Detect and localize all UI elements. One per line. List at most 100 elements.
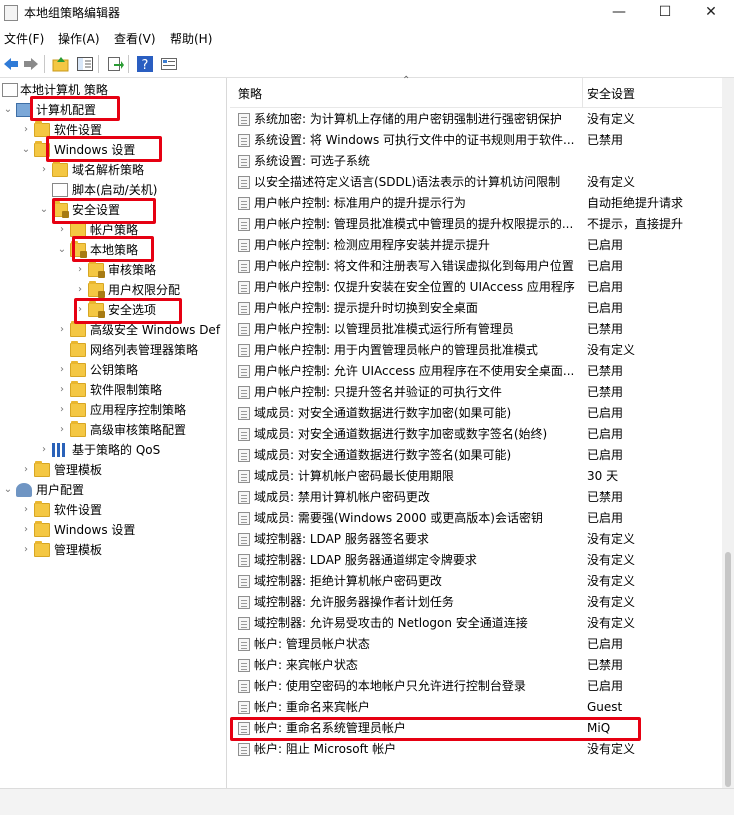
up-folder-icon[interactable] — [52, 55, 70, 73]
table-row[interactable]: 用户帐户控制: 标准用户的提升提示行为 自动拒绝提升请求 — [230, 193, 720, 214]
table-row[interactable]: 用户帐户控制: 允许 UIAccess 应用程序在不使用安全桌面... 已禁用 — [230, 361, 720, 382]
table-row[interactable]: 域控制器: 拒绝计算机帐户密码更改 没有定义 — [230, 571, 720, 592]
policy-name: 用户帐户控制: 管理员批准模式中管理员的提升权限提示的... — [254, 217, 574, 231]
table-row[interactable]: 帐户: 阻止 Microsoft 帐户 没有定义 — [230, 739, 720, 760]
table-row[interactable]: 域成员: 对安全通道数据进行数字签名(如果可能) 已启用 — [230, 445, 720, 466]
policy-setting: 30 天 — [587, 469, 619, 483]
chevron-down-icon[interactable]: ⌄ — [2, 480, 14, 500]
tree-node-network-list-manager[interactable]: 网络列表管理器策略 — [56, 340, 225, 360]
table-row[interactable]: 系统加密: 为计算机上存储的用户密钥强制进行强密钥保护 没有定义 — [230, 109, 720, 130]
chevron-down-icon[interactable]: ⌄ — [20, 140, 32, 160]
table-row[interactable]: 域成员: 计算机帐户密码最长使用期限 30 天 — [230, 466, 720, 487]
tree-node-audit-policy[interactable]: › 审核策略 — [74, 260, 225, 280]
tree-node-user-config[interactable]: ⌄ 用户配置 — [2, 480, 225, 500]
column-header-policy[interactable]: 策略 — [238, 85, 262, 102]
vertical-scrollbar[interactable] — [722, 78, 734, 788]
menu-help[interactable]: 帮助(H) — [170, 30, 212, 47]
chevron-right-icon[interactable]: › — [56, 320, 68, 340]
security-folder-icon — [88, 281, 105, 298]
tree-node-label: Windows 设置 — [54, 523, 136, 537]
table-row[interactable]: 用户帐户控制: 以管理员批准模式运行所有管理员 已禁用 — [230, 319, 720, 340]
chevron-right-icon[interactable]: › — [38, 440, 50, 460]
chevron-right-icon[interactable]: › — [74, 280, 86, 300]
tree-node-label: 网络列表管理器策略 — [90, 343, 199, 357]
chevron-right-icon[interactable]: › — [74, 260, 86, 280]
toolbar-separator — [128, 55, 129, 73]
policy-item-icon — [238, 407, 250, 420]
menu-view[interactable]: 查看(V) — [114, 30, 156, 47]
close-button[interactable]: ✕ — [688, 0, 734, 26]
chevron-right-icon[interactable]: › — [56, 400, 68, 420]
tree-node-user-rights-assignment[interactable]: › 用户权限分配 — [74, 280, 225, 300]
policy-name: 域成员: 计算机帐户密码最长使用期限 — [254, 469, 454, 483]
scrollbar-thumb[interactable] — [725, 552, 731, 787]
tree-node-scripts[interactable]: 脚本(启动/关机) — [38, 180, 225, 200]
table-row[interactable]: 域成员: 禁用计算机帐户密码更改 已禁用 — [230, 487, 720, 508]
policy-item-icon — [238, 659, 250, 672]
maximize-button[interactable]: ☐ — [642, 0, 688, 26]
chevron-right-icon[interactable]: › — [20, 120, 32, 140]
table-row[interactable]: 系统设置: 可选子系统 — [230, 151, 720, 172]
forward-arrow-icon[interactable] — [22, 55, 40, 73]
table-row[interactable]: 帐户: 使用空密码的本地帐户只允许进行控制台登录 已启用 — [230, 676, 720, 697]
tree-node-advanced-audit[interactable]: › 高级审核策略配置 — [56, 420, 225, 440]
column-divider[interactable] — [582, 78, 583, 108]
chevron-right-icon[interactable]: › — [56, 420, 68, 440]
menu-action[interactable]: 操作(A) — [58, 30, 100, 47]
table-row[interactable]: 帐户: 来宾帐户状态 已禁用 — [230, 655, 720, 676]
table-row[interactable]: 域控制器: 允许易受攻击的 Netlogon 安全通道连接 没有定义 — [230, 613, 720, 634]
table-row[interactable]: 域成员: 需要强(Windows 2000 或更高版本)会话密钥 已启用 — [230, 508, 720, 529]
table-row[interactable]: 域控制器: LDAP 服务器通道绑定令牌要求 没有定义 — [230, 550, 720, 571]
tree-node-user-software-settings[interactable]: › 软件设置 — [20, 500, 225, 520]
table-row[interactable]: 域控制器: 允许服务器操作者计划任务 没有定义 — [230, 592, 720, 613]
policy-setting: 没有定义 — [587, 574, 636, 588]
column-header-security-setting[interactable]: 安全设置 — [587, 85, 635, 102]
table-row[interactable]: 用户帐户控制: 用于内置管理员帐户的管理员批准模式 没有定义 — [230, 340, 720, 361]
minimize-button[interactable]: — — [596, 0, 642, 26]
tree-node-name-resolution-policy[interactable]: › 域名解析策略 — [38, 160, 225, 180]
table-row[interactable]: 以安全描述符定义语言(SDDL)语法表示的计算机访问限制 没有定义 — [230, 172, 720, 193]
tree-node-user-admin-templates[interactable]: › 管理模板 — [20, 540, 225, 560]
properties-icon[interactable] — [160, 55, 178, 73]
chevron-right-icon[interactable]: › — [20, 520, 32, 540]
tree-node-public-key-policies[interactable]: › 公钥策略 — [56, 360, 225, 380]
table-row[interactable]: 用户帐户控制: 检测应用程序安装并提示提升 已启用 — [230, 235, 720, 256]
table-row[interactable]: 用户帐户控制: 将文件和注册表写入错误虚拟化到每用户位置 已启用 — [230, 256, 720, 277]
table-row[interactable]: 用户帐户控制: 仅提升安装在安全位置的 UIAccess 应用程序 已启用 — [230, 277, 720, 298]
policy-name: 域控制器: 允许服务器操作者计划任务 — [254, 595, 454, 609]
tree-node-user-windows-settings[interactable]: › Windows 设置 — [20, 520, 225, 540]
tree-node-software-restriction[interactable]: › 软件限制策略 — [56, 380, 225, 400]
help-icon[interactable]: ? — [136, 55, 154, 73]
menu-file[interactable]: 文件(F) — [4, 30, 44, 47]
chevron-right-icon[interactable]: › — [20, 460, 32, 480]
table-row[interactable]: 域成员: 对安全通道数据进行数字加密或数字签名(始终) 已启用 — [230, 424, 720, 445]
table-row[interactable]: 用户帐户控制: 提示提升时切换到安全桌面 已启用 — [230, 298, 720, 319]
menu-bar: 文件(F) 操作(A) 查看(V) 帮助(H) — [0, 26, 734, 50]
chevron-right-icon[interactable]: › — [38, 160, 50, 180]
policy-item-icon — [238, 449, 250, 462]
chevron-down-icon[interactable]: ⌄ — [56, 240, 68, 260]
back-arrow-icon[interactable] — [2, 55, 20, 73]
chevron-right-icon[interactable]: › — [20, 540, 32, 560]
export-list-icon[interactable] — [106, 55, 124, 73]
table-row[interactable]: 帐户: 管理员帐户状态 已启用 — [230, 634, 720, 655]
tree-node-label: 软件限制策略 — [90, 383, 163, 397]
table-row[interactable]: 域控制器: LDAP 服务器签名要求 没有定义 — [230, 529, 720, 550]
table-row[interactable]: 用户帐户控制: 只提升签名并验证的可执行文件 已禁用 — [230, 382, 720, 403]
table-row[interactable]: 域成员: 对安全通道数据进行数字加密(如果可能) 已启用 — [230, 403, 720, 424]
policy-item-icon — [238, 386, 250, 399]
policy-item-icon — [238, 638, 250, 651]
chevron-down-icon[interactable]: ⌄ — [38, 200, 50, 220]
table-row[interactable]: 用户帐户控制: 管理员批准模式中管理员的提升权限提示的... 不提示，直接提升 — [230, 214, 720, 235]
tree-node-policy-based-qos[interactable]: › 基于策略的 QoS — [38, 440, 225, 460]
show-hide-tree-icon[interactable] — [76, 55, 94, 73]
chevron-right-icon[interactable]: › — [56, 360, 68, 380]
tree-node-app-control[interactable]: › 应用程序控制策略 — [56, 400, 225, 420]
policy-item-icon — [238, 428, 250, 441]
chevron-down-icon[interactable]: ⌄ — [2, 100, 14, 120]
table-row[interactable]: 系统设置: 将 Windows 可执行文件中的证书规则用于软件... 已禁用 — [230, 130, 720, 151]
chevron-right-icon[interactable]: › — [20, 500, 32, 520]
table-row[interactable]: 帐户: 重命名来宾帐户 Guest — [230, 697, 720, 718]
tree-node-admin-templates[interactable]: › 管理模板 — [20, 460, 225, 480]
chevron-right-icon[interactable]: › — [56, 380, 68, 400]
